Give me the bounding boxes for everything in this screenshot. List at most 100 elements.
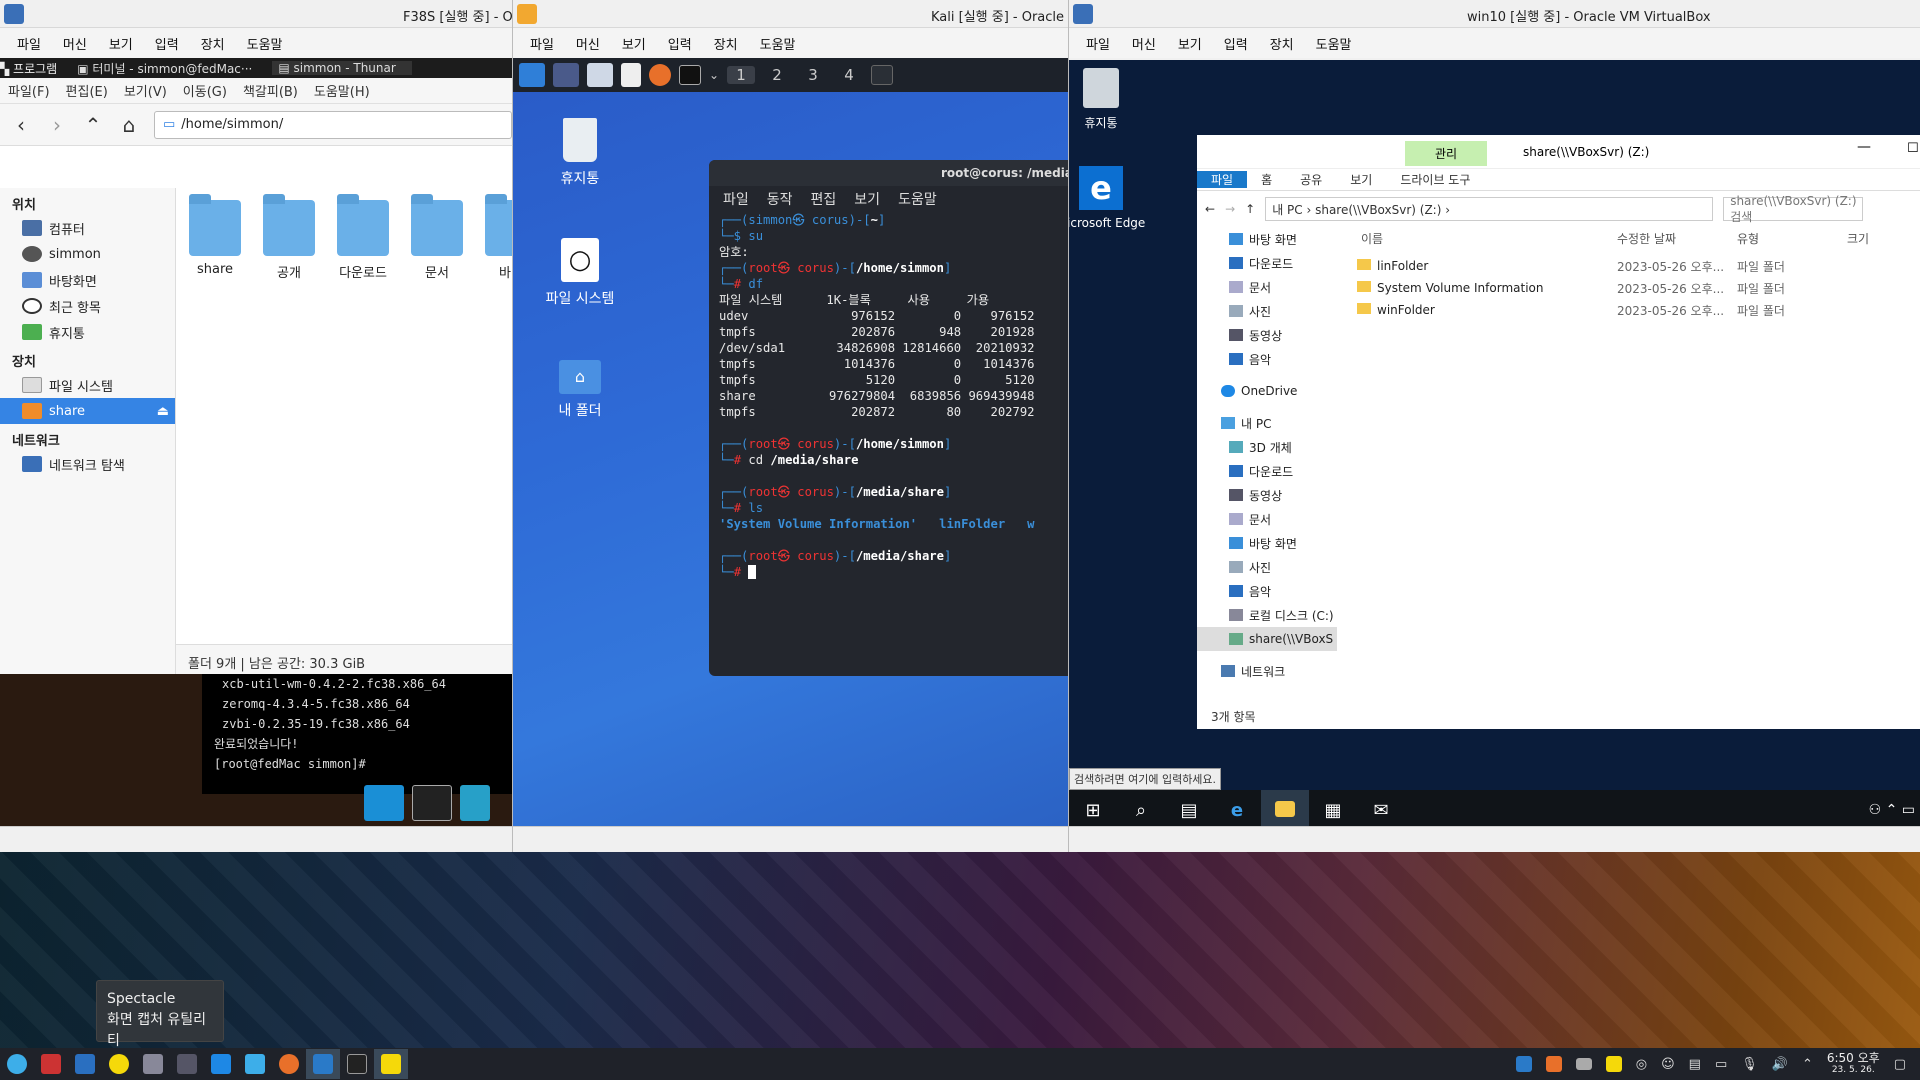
forward-icon[interactable]: › [46, 113, 68, 137]
menu-input[interactable]: 입력 [668, 34, 692, 53]
up-icon[interactable]: ⌃ [82, 113, 104, 137]
menu-help[interactable]: 도움말 [1316, 34, 1352, 53]
mail-icon[interactable]: ✉ [1357, 790, 1405, 830]
col-date[interactable]: 수정한 날짜 [1617, 230, 1737, 247]
tray-icon[interactable] [1515, 1056, 1532, 1072]
thunar-menu-edit[interactable]: 편집(E) [66, 81, 108, 100]
kali-terminal[interactable]: root@corus: /media/sh 파일 동작 편집 보기 도움말 ┌──(si… [709, 160, 1068, 676]
menu-machine[interactable]: 머신 [63, 34, 87, 53]
terminal-icon[interactable] [679, 65, 701, 85]
sidebar-item-filesystem[interactable]: 파일 시스템 [0, 372, 175, 398]
app-icon[interactable] [34, 1049, 68, 1079]
clock[interactable]: 6:50 오후 23. 5. 26. [1827, 1052, 1880, 1076]
ribbon-manage[interactable]: 관리 [1405, 141, 1488, 166]
col-name[interactable]: 이름 [1357, 230, 1617, 247]
desktop-filesystem[interactable]: ○ 파일 시스템 [525, 238, 635, 308]
nav-thispc[interactable]: 내 PC [1197, 411, 1337, 435]
desktop-edge[interactable]: eMicrosoft Edge [1069, 166, 1151, 230]
menu-help[interactable]: 도움말 [760, 34, 796, 53]
explorer-taskbar-icon[interactable] [1261, 790, 1309, 830]
network-icon[interactable]: ◎ [1636, 1057, 1647, 1072]
menu-view[interactable]: 보기 [622, 34, 646, 53]
nav-downloads2[interactable]: 다운로드 [1197, 459, 1337, 483]
desktop-home[interactable]: ⌂ 내 폴더 [525, 360, 635, 420]
taskview-icon[interactable]: ▤ [1165, 790, 1213, 830]
sidebar-item-trash[interactable]: 휴지통 [0, 319, 175, 345]
volume-icon[interactable]: 🔊 [1772, 1057, 1788, 1072]
folder-public[interactable]: 공개 [260, 194, 318, 281]
sidebar-item-home[interactable]: simmon [0, 241, 175, 267]
app-icon[interactable] [170, 1049, 204, 1079]
spectacle-icon[interactable] [374, 1049, 408, 1079]
search-box[interactable]: share(\\VBoxSvr) (Z:) 검색 [1723, 194, 1864, 224]
terminal-icon[interactable] [412, 785, 452, 821]
nav-videos[interactable]: 동영상 [1197, 323, 1337, 347]
nav-videos2[interactable]: 동영상 [1197, 483, 1337, 507]
nav-onedrive[interactable]: OneDrive [1197, 379, 1337, 403]
file-row[interactable]: linFolder 2023-05-26 오후... 파일 폴더 [1357, 255, 1920, 277]
menu-devices[interactable]: 장치 [201, 34, 225, 53]
tab-file[interactable]: 파일 [1197, 171, 1248, 188]
show-desktop-icon[interactable]: ▢ [1894, 1057, 1906, 1072]
applications-menu[interactable]: ▚ 프로그램 [0, 60, 67, 77]
thunar-menu-file[interactable]: 파일(F) [8, 81, 50, 100]
term-menu-action[interactable]: 동작 [767, 189, 793, 209]
menu-file[interactable]: 파일 [1086, 34, 1110, 53]
nav-pictures[interactable]: 사진 [1197, 299, 1337, 323]
nav-documents2[interactable]: 문서 [1197, 507, 1337, 531]
term-menu-help[interactable]: 도움말 [898, 189, 937, 209]
nav-downloads[interactable]: 다운로드 [1197, 251, 1337, 275]
menu-file[interactable]: 파일 [530, 34, 554, 53]
maximize-icon[interactable]: ☐ [1907, 141, 1919, 156]
fedora-terminal[interactable]: xcb-util-wm-0.4.2-2.fc38.x86_64 zeromq-4… [202, 674, 512, 794]
menu-input[interactable]: 입력 [155, 34, 179, 53]
chevron-up-icon[interactable]: ⌃ [1802, 1057, 1813, 1072]
app-icon[interactable] [136, 1049, 170, 1079]
nav-desktop[interactable]: 바탕 화면 [1197, 227, 1337, 251]
col-size[interactable]: 크기 [1847, 230, 1869, 247]
nav-share[interactable]: share(\\VBoxS [1197, 627, 1337, 651]
menu-input[interactable]: 입력 [1224, 34, 1248, 53]
edge-taskbar-icon[interactable]: e [1213, 790, 1261, 830]
col-type[interactable]: 유형 [1737, 230, 1847, 247]
firefox-icon[interactable] [649, 64, 671, 86]
folder-documents[interactable]: 문서 [408, 194, 466, 281]
nav-network[interactable]: 네트워크 [1197, 659, 1337, 683]
sidebar-item-desktop[interactable]: 바탕화면 [0, 267, 175, 293]
menu-machine[interactable]: 머신 [576, 34, 600, 53]
store-icon[interactable]: ▦ [1309, 790, 1357, 830]
folder-downloads[interactable]: 다운로드 [334, 194, 392, 281]
thunar-menu-go[interactable]: 이동(G) [183, 81, 227, 100]
app-icon[interactable] [204, 1049, 238, 1079]
forward-icon[interactable]: → [1225, 202, 1235, 216]
chat-icon[interactable] [102, 1049, 136, 1079]
menu-view[interactable]: 보기 [109, 34, 133, 53]
back-icon[interactable]: ‹ [10, 113, 32, 137]
terminal-icon[interactable] [340, 1049, 374, 1079]
fedora-vm-window[interactable]: F38S [실행 중] - Ora 파일 머신 보기 입력 장치 도움말 ▚ 프로그램 ▣… [0, 0, 512, 852]
sidebar-item-network[interactable]: 네트워크 탐색 [0, 451, 175, 477]
nav-localdisk[interactable]: 로컬 디스크 (C:) [1197, 603, 1337, 627]
workspace-2[interactable]: 2 [763, 66, 791, 84]
menu-devices[interactable]: 장치 [714, 34, 738, 53]
desktop-recyclebin[interactable]: 휴지통 [1069, 68, 1151, 131]
nav-music2[interactable]: 음악 [1197, 579, 1337, 603]
address-bar[interactable]: 내 PC › share(\\VBoxSvr) (Z:) › [1265, 197, 1714, 221]
user-icon[interactable]: ☺ [1661, 1057, 1675, 1072]
eject-icon[interactable]: ⏏ [157, 404, 169, 419]
keyboard-icon[interactable] [1575, 1058, 1592, 1070]
chevron-down-icon[interactable]: ⌄ [709, 68, 719, 82]
menu-devices[interactable]: 장치 [1270, 34, 1294, 53]
nav-3d[interactable]: 3D 개체 [1197, 435, 1337, 459]
location-bar[interactable]: ▭/home/simmon/ [154, 110, 512, 139]
back-icon[interactable]: ← [1205, 202, 1215, 216]
editor-icon[interactable] [621, 63, 641, 87]
tab-share[interactable]: 공유 [1286, 171, 1336, 188]
tray-icons[interactable]: ⚇ ⌃ ▭ [1869, 802, 1920, 818]
kali-vm-window[interactable]: Kali [실행 중] - Oracle V 파일 머신 보기 입력 장치 도움말 ⌄ 1… [512, 0, 1068, 852]
taskbar-terminal[interactable]: ▣ 터미널 - simmon@fedMac··· [77, 60, 262, 77]
folder-share[interactable]: share [186, 194, 244, 281]
nav-documents[interactable]: 문서 [1197, 275, 1337, 299]
nav-pictures2[interactable]: 사진 [1197, 555, 1337, 579]
firefox-icon[interactable] [272, 1049, 306, 1079]
